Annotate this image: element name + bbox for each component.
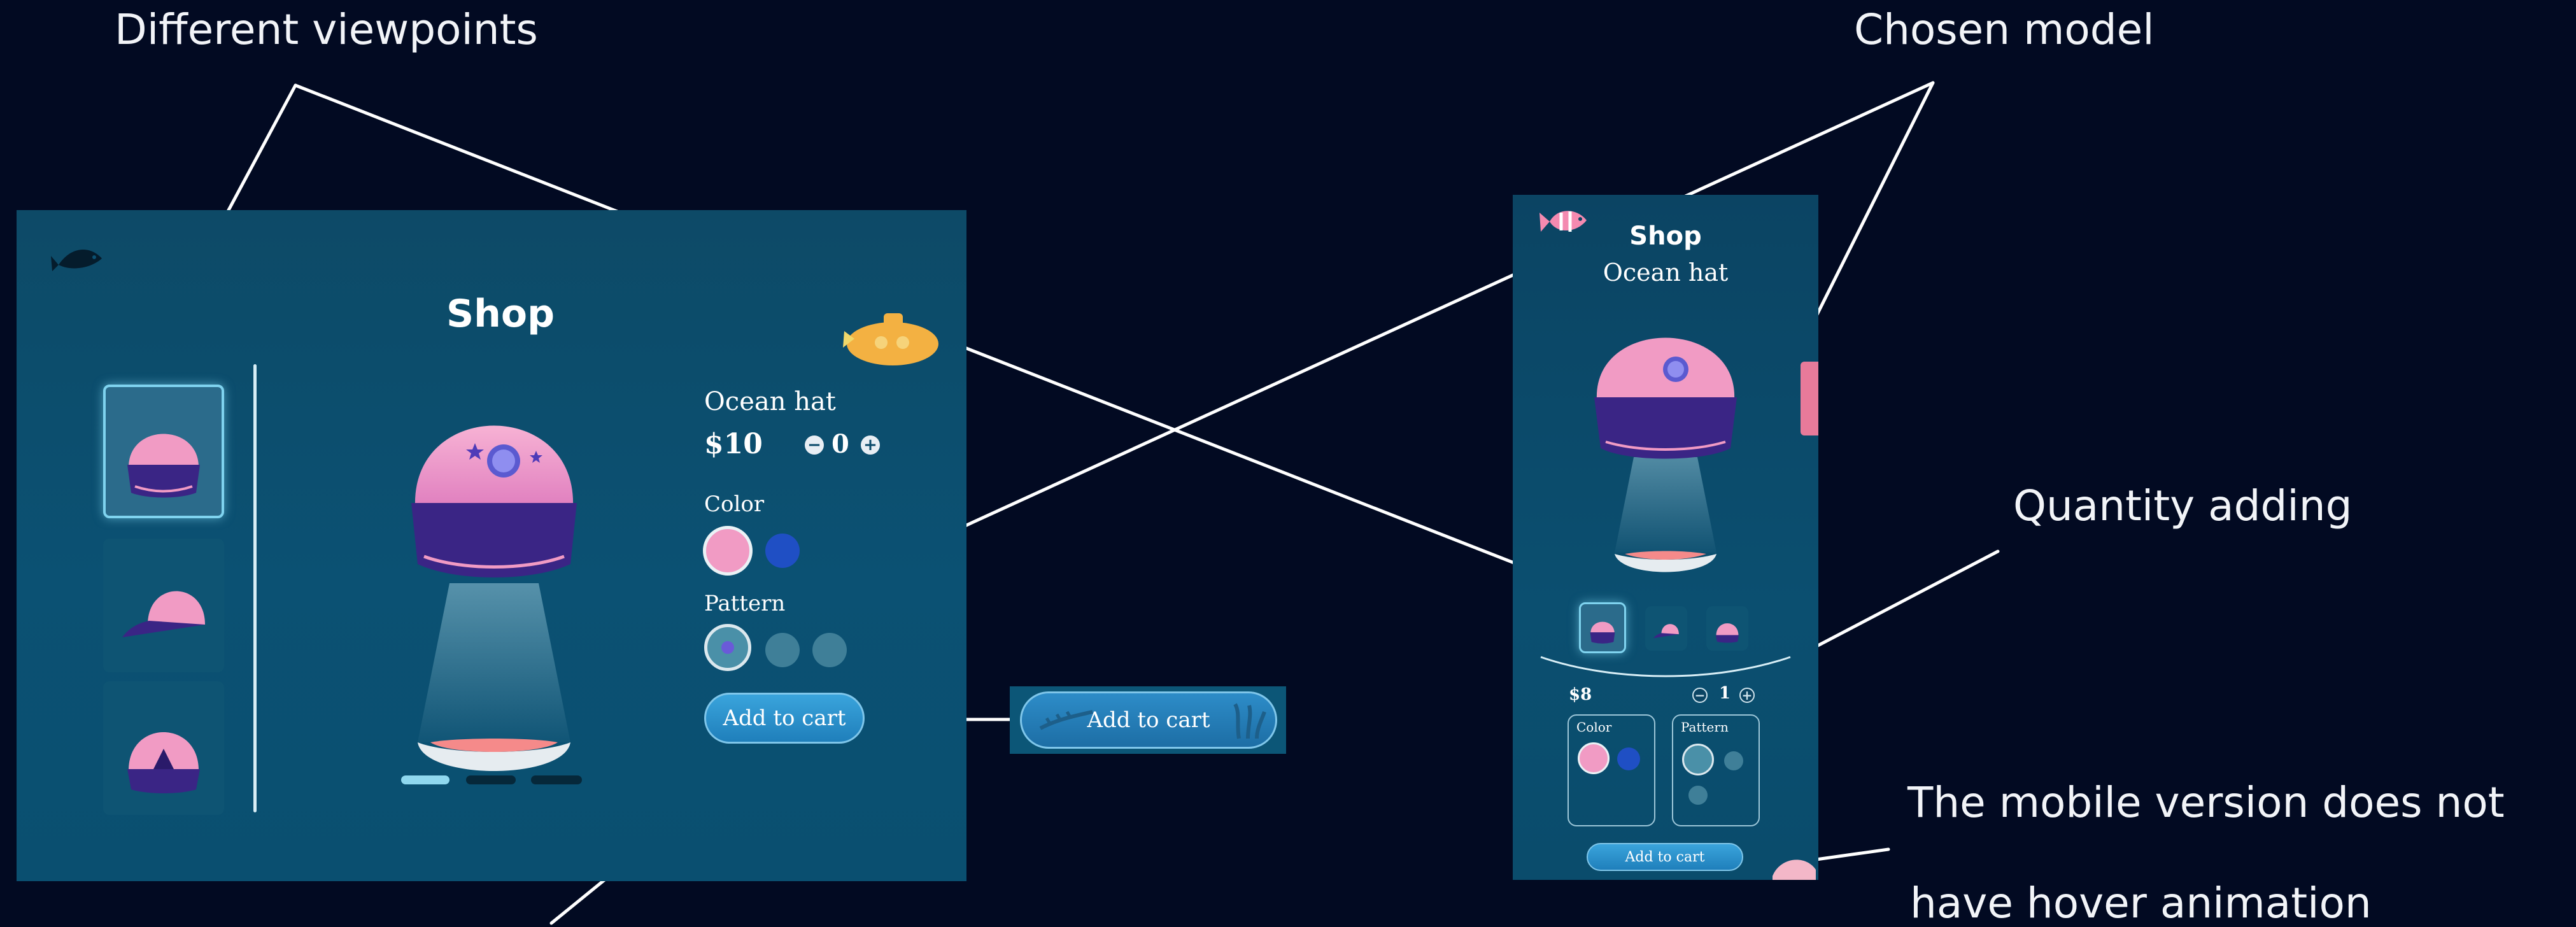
- submarine-icon: [843, 313, 938, 365]
- cap-side-icon: [1653, 624, 1679, 639]
- coral-icon: [1233, 703, 1266, 739]
- mobile-product-name: Ocean hat: [1603, 258, 1729, 287]
- color-swatch-blue[interactable]: [765, 534, 800, 568]
- add-to-cart-hover-preview: Add to cart: [1010, 686, 1286, 754]
- annotation-mobile-note-2: have hover animation: [1910, 879, 2372, 927]
- cap-front-icon: [127, 434, 200, 498]
- carousel-dot-active[interactable]: [401, 775, 449, 784]
- add-to-cart-button[interactable]: Add to cart: [704, 693, 865, 744]
- mobile-pattern-card: Pattern: [1672, 714, 1760, 826]
- mobile-add-to-cart-button[interactable]: Add to cart: [1587, 843, 1743, 871]
- desktop-shop-panel: Shop Ocean hat $10 − 0 + Color Pattern A…: [17, 210, 966, 881]
- mobile-thumbnail-front[interactable]: [1579, 602, 1626, 653]
- thumbnail-front-view[interactable]: [103, 385, 224, 518]
- pattern-swatch-2[interactable]: [765, 633, 800, 667]
- mobile-product-image: [1594, 337, 1737, 572]
- annotation-quantity-adding: Quantity adding: [2013, 481, 2353, 530]
- mobile-thumbnail-side[interactable]: [1645, 606, 1687, 651]
- product-name: Ocean hat: [704, 387, 836, 416]
- mobile-pattern-swatch-1[interactable]: [1682, 744, 1714, 775]
- pattern-label: Pattern: [704, 591, 786, 616]
- carousel-dot[interactable]: [531, 775, 582, 784]
- quantity-value: 0: [832, 429, 849, 459]
- seaweed-icon: [1039, 710, 1093, 730]
- mobile-shop-panel: Shop Ocean hat $8 − 1 + Color Pattern Ad…: [1513, 195, 1818, 880]
- thumbnail-back-view[interactable]: [103, 681, 224, 815]
- cap-side-icon: [122, 591, 205, 637]
- cap-front-icon: [1590, 621, 1615, 644]
- mobile-product-price: $8: [1569, 685, 1592, 704]
- cap-back-icon: [127, 732, 200, 793]
- thumbnail-side-view[interactable]: [103, 539, 224, 672]
- annotation-mobile-note-1: The mobile version does not: [1907, 778, 2505, 827]
- mobile-color-card: Color: [1568, 714, 1655, 826]
- product-price: $10: [704, 428, 763, 460]
- mobile-quantity-value: 1: [1719, 684, 1731, 703]
- main-product-image: [411, 425, 577, 771]
- color-swatch-pink[interactable]: [703, 526, 753, 576]
- mobile-quantity-increase-button[interactable]: +: [1739, 688, 1755, 703]
- pattern-swatch-3[interactable]: [812, 633, 847, 667]
- mobile-divider: [1540, 656, 1791, 677]
- page-title: Shop: [446, 292, 555, 336]
- fish-logo-icon: [51, 250, 102, 271]
- annotation-viewpoints: Different viewpoints: [115, 5, 538, 54]
- quantity-decrease-button[interactable]: −: [805, 435, 824, 455]
- divider: [253, 364, 257, 812]
- mobile-page-title: Shop: [1629, 222, 1702, 251]
- mobile-pattern-swatch-2[interactable]: [1724, 751, 1743, 770]
- carousel-dot[interactable]: [466, 775, 516, 784]
- mobile-color-label: Color: [1576, 719, 1612, 735]
- color-label: Color: [704, 492, 765, 517]
- pattern-swatch-1[interactable]: [704, 624, 751, 671]
- mobile-thumbnail-back[interactable]: [1706, 606, 1748, 651]
- mobile-pattern-swatch-3[interactable]: [1688, 786, 1708, 805]
- mobile-color-swatch-blue[interactable]: [1617, 747, 1640, 770]
- side-cart-tab[interactable]: [1801, 362, 1818, 435]
- annotation-chosen-model: Chosen model: [1854, 5, 2155, 54]
- quantity-increase-button[interactable]: +: [861, 435, 880, 455]
- mobile-pattern-label: Pattern: [1681, 719, 1729, 735]
- mobile-quantity-decrease-button[interactable]: −: [1692, 688, 1708, 703]
- mobile-shell-icon: [1773, 860, 1816, 880]
- add-to-cart-hover-label: Add to cart: [1087, 707, 1210, 733]
- cap-back-icon: [1715, 623, 1739, 643]
- mobile-color-swatch-pink[interactable]: [1578, 742, 1610, 774]
